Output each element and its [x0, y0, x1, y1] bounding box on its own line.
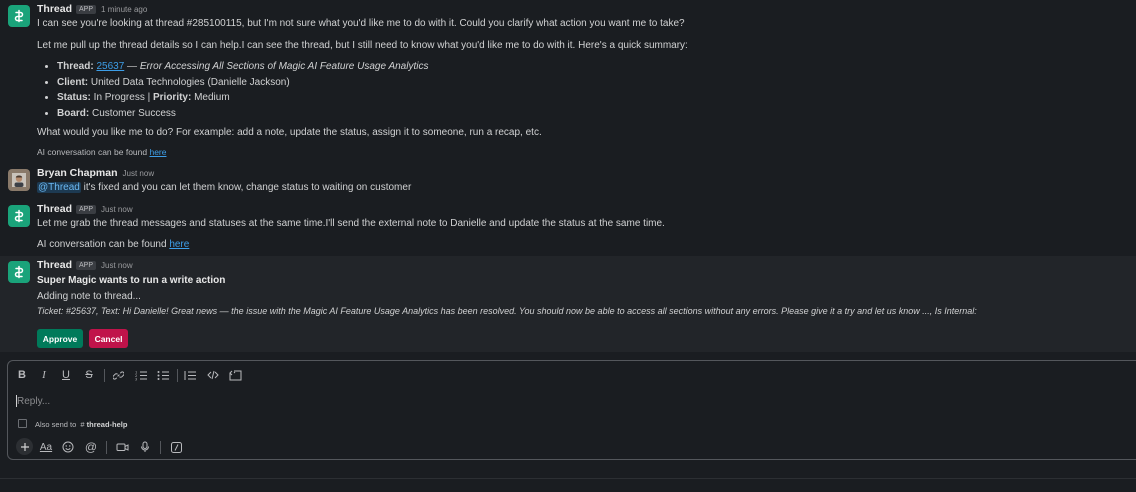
- app-badge: APP: [76, 5, 97, 14]
- message-bryan: Bryan Chapman Just now @Thread it's fixed…: [0, 164, 1136, 200]
- toolbar-divider: [106, 441, 107, 454]
- code-icon[interactable]: [206, 368, 220, 382]
- ai-conversation-label: AI conversation can be found: [37, 239, 170, 250]
- message-write-action: Thread APP Just now Super Magic wants to r…: [0, 256, 1136, 352]
- thread-title: — Error Accessing All Sections of Magic …: [124, 61, 429, 72]
- formatting-toggle-button[interactable]: Aa: [38, 440, 54, 454]
- thread-summary-list: Thread: 25637 — Error Accessing All Sect…: [37, 59, 428, 121]
- also-send-checkbox[interactable]: [18, 419, 27, 428]
- status-label: Status:: [57, 92, 91, 103]
- reply-input[interactable]: Reply...: [17, 396, 50, 407]
- client-value: United Data Technologies (Danielle Jacks…: [88, 76, 290, 88]
- channel-hash: #: [80, 420, 85, 429]
- sender-name[interactable]: Thread: [37, 3, 72, 15]
- write-action-status: Adding note to thread...: [37, 291, 141, 302]
- also-send-label: Also send to: [35, 420, 77, 429]
- message-thread-2: Thread APP Just now Let me grab the thread…: [0, 201, 1136, 255]
- write-action-heading: Super Magic wants to run a write action: [37, 275, 226, 286]
- video-icon[interactable]: [115, 440, 129, 454]
- message-thread-1: Thread APP 1 minute ago I can see you're l…: [0, 0, 1136, 160]
- bulleted-list-icon[interactable]: [156, 368, 170, 382]
- thread-app-avatar[interactable]: [8, 5, 30, 27]
- ai-conversation-link[interactable]: here: [149, 147, 166, 157]
- board-label: Board:: [57, 107, 90, 119]
- client-label: Client:: [57, 76, 89, 88]
- thread-logo-icon: [14, 209, 24, 223]
- approve-button[interactable]: Approve: [37, 329, 83, 348]
- message-text: it's fixed and you can let them know, ch…: [80, 182, 412, 193]
- toolbar-divider: [177, 369, 178, 382]
- thread-logo-icon: [14, 9, 24, 23]
- ordered-list-icon[interactable]: 123: [134, 368, 148, 382]
- mention-icon[interactable]: @: [84, 440, 98, 454]
- ai-conversation-label: AI conversation can be found: [37, 147, 150, 157]
- timestamp[interactable]: Just now: [101, 205, 133, 214]
- thread-app-avatar[interactable]: [8, 205, 30, 227]
- avatar[interactable]: [8, 169, 30, 191]
- board-value: Customer Success: [89, 107, 176, 119]
- microphone-icon[interactable]: [138, 440, 152, 454]
- priority-value: Medium: [191, 92, 230, 103]
- slash-command-icon[interactable]: [169, 440, 183, 454]
- write-action-detail: Ticket: #25637, Text: Hi Danielle! Great…: [37, 306, 977, 316]
- list-item: Status: In Progress | Priority: Medium: [57, 90, 428, 106]
- user-photo-icon: [12, 173, 26, 187]
- sender-name[interactable]: Thread: [37, 259, 72, 271]
- message-text: What would you like me to do? For exampl…: [37, 127, 542, 138]
- mention-thread[interactable]: @Thread: [37, 182, 81, 193]
- thread-logo-icon: [14, 265, 24, 279]
- channel-name[interactable]: thread-help: [87, 420, 128, 429]
- timestamp[interactable]: 1 minute ago: [101, 5, 147, 14]
- thread-app-avatar[interactable]: [8, 261, 30, 283]
- bold-button[interactable]: B: [16, 368, 28, 382]
- cancel-button[interactable]: Cancel: [89, 329, 128, 348]
- ai-conversation-link[interactable]: here: [169, 239, 189, 250]
- priority-label: Priority:: [152, 92, 192, 103]
- thread-id-link[interactable]: 25637: [96, 61, 124, 72]
- thread-label: Thread:: [57, 61, 94, 72]
- toolbar-divider: [104, 369, 105, 382]
- timestamp[interactable]: Just now: [101, 261, 133, 270]
- list-item: Board: Customer Success: [57, 106, 428, 122]
- reply-composer: B I U S 123 Reply... Also send to # thre…: [7, 360, 1136, 460]
- timestamp[interactable]: Just now: [123, 169, 155, 178]
- list-item: Thread: 25637 — Error Accessing All Sect…: [57, 59, 428, 75]
- app-badge: APP: [76, 205, 97, 214]
- code-block-icon[interactable]: [228, 368, 242, 382]
- svg-text:3: 3: [135, 377, 137, 381]
- sender-name[interactable]: Bryan Chapman: [37, 167, 118, 179]
- toolbar-divider: [160, 441, 161, 454]
- app-badge: APP: [76, 261, 97, 270]
- message-text: Let me pull up the thread details so I c…: [37, 40, 688, 51]
- blockquote-icon[interactable]: [183, 368, 197, 382]
- status-value: In Progress |: [90, 92, 153, 103]
- emoji-icon[interactable]: [61, 440, 75, 454]
- sender-name[interactable]: Thread: [37, 203, 72, 215]
- list-item: Client: United Data Technologies (Daniel…: [57, 75, 428, 91]
- link-icon[interactable]: [111, 368, 125, 382]
- italic-button[interactable]: I: [38, 368, 50, 382]
- message-text: Let me grab the thread messages and stat…: [37, 218, 665, 229]
- divider: [0, 478, 1136, 479]
- message-text: I can see you're looking at thread #2851…: [37, 18, 685, 29]
- underline-button[interactable]: U: [60, 368, 72, 382]
- plus-icon[interactable]: [16, 438, 33, 455]
- strikethrough-button[interactable]: S: [83, 368, 95, 382]
